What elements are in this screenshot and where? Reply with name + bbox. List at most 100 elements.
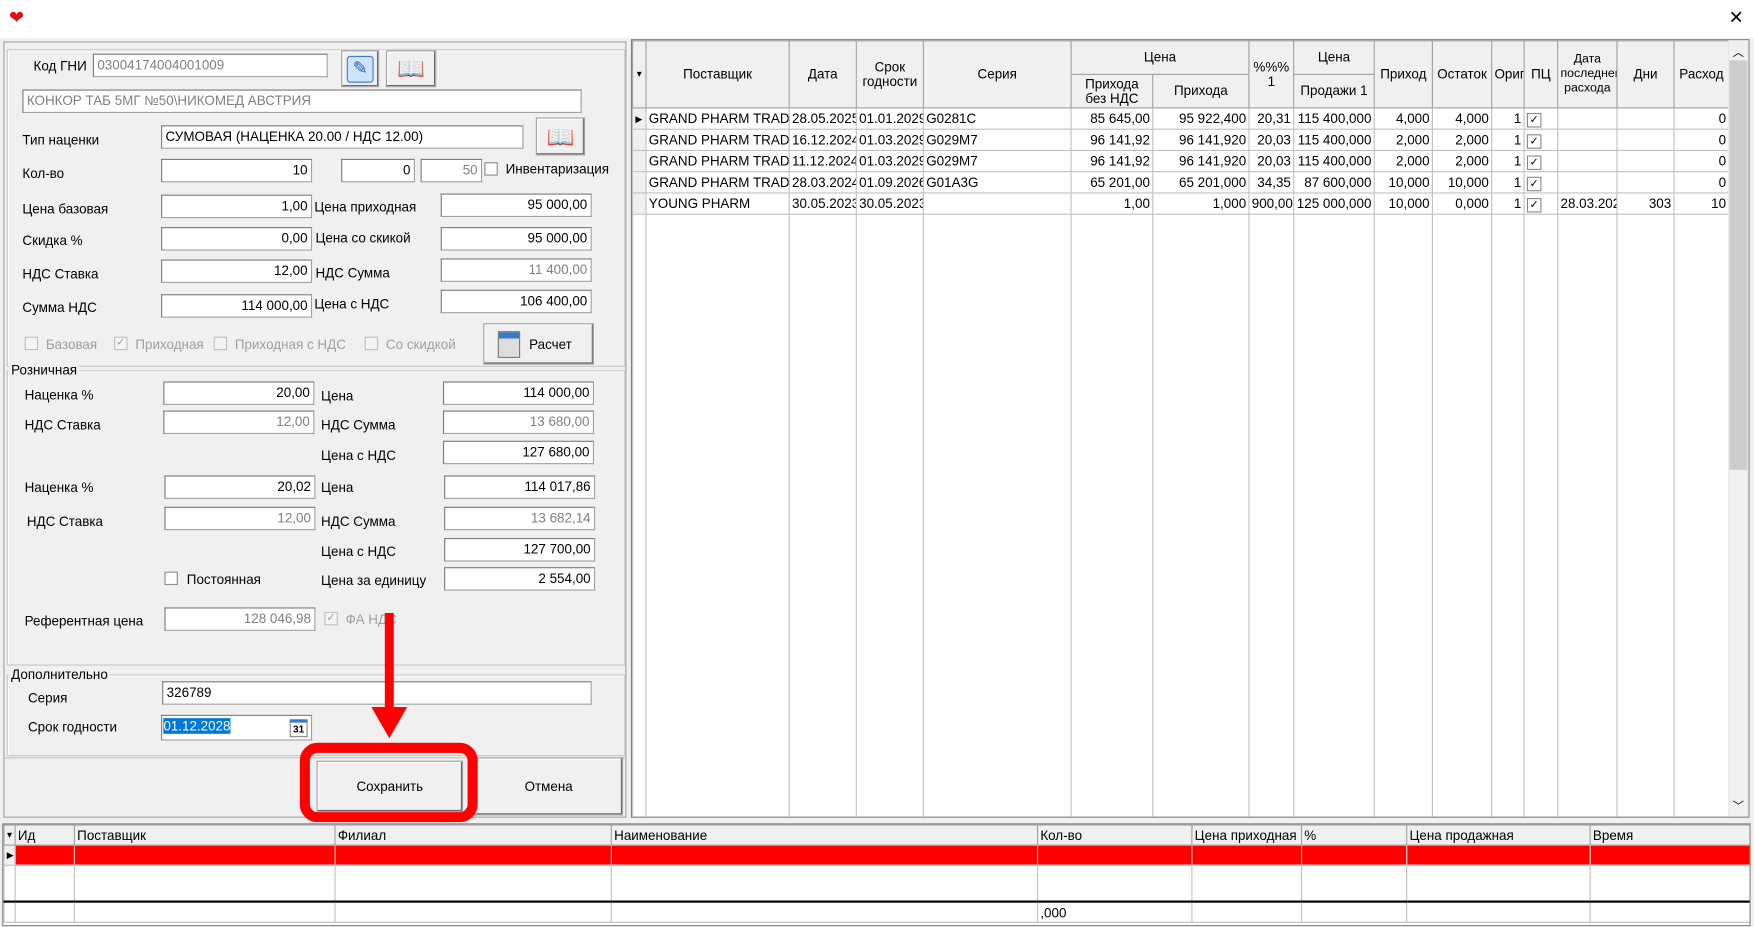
col-series[interactable]: Серия — [922, 40, 1072, 109]
price-control-checkbox[interactable]: ✓ — [1523, 128, 1559, 152]
checkbox-checked[interactable]: ✓ — [1526, 176, 1542, 191]
price-control-checkbox[interactable]: ✓ — [1523, 192, 1559, 215]
scroll-down-arrow[interactable]: ﹀ — [1733, 796, 1744, 813]
order-grid: ▾ Ид Поставщик Филиал Наименование Кол-во Цена… — [2, 823, 1751, 927]
scroll-up-arrow[interactable]: ︿ — [1733, 43, 1744, 59]
table-cell: GRAND PHARM TRAD — [645, 149, 790, 173]
ref-price-field[interactable]: 128 046,98 — [164, 607, 316, 631]
table-row[interactable]: GRAND PHARM TRAD 16.12.2024 01.03.2029 G029… — [632, 128, 1730, 152]
checkbox-checked[interactable]: ✓ — [1526, 154, 1542, 170]
col-income[interactable]: Приход — [1373, 40, 1433, 109]
col-supplier[interactable]: Поставщик — [645, 40, 790, 109]
vat-sum2-field[interactable]: 13 682,14 — [444, 506, 596, 531]
price-control-checkbox[interactable]: ✓ — [1523, 107, 1559, 130]
column-header[interactable]: Наименование — [610, 824, 1039, 846]
col-price-group[interactable]: Цена — [1070, 40, 1250, 75]
markup-type-field[interactable]: СУМОВАЯ (НАЦЕНКА 20.00 / НДС 12.00) — [161, 125, 524, 149]
series-field[interactable]: 326789 — [162, 681, 592, 705]
calendar-icon[interactable]: 31 — [289, 719, 308, 738]
price2-field[interactable]: 114 017,86 — [444, 475, 596, 499]
qty-field[interactable]: 10 — [161, 158, 313, 183]
column-header[interactable]: Ид — [14, 824, 75, 846]
column-header[interactable]: Кол-во — [1036, 824, 1193, 846]
table-row[interactable]: YOUNG PHARM 30.05.2023 30.05.2023 1,00 1,000… — [632, 192, 1730, 215]
check-discount[interactable] — [364, 336, 379, 351]
scroll-thumb[interactable] — [1729, 60, 1748, 470]
col-pc[interactable]: ПЦ — [1523, 40, 1559, 109]
col-expiry[interactable]: Срок годности — [855, 40, 924, 109]
table-row[interactable]: GRAND PHARM TRAD 28.03.2024 01.09.2026 G01A… — [632, 171, 1730, 194]
unit-price-field[interactable]: 2 554,00 — [444, 567, 596, 591]
qty-pack-field[interactable]: 50 — [420, 158, 483, 183]
col-rest[interactable]: Остаток — [1431, 40, 1493, 109]
markup-type-book-button[interactable]: 📖 — [535, 117, 586, 156]
close-button[interactable]: ✕ — [1723, 7, 1750, 29]
in-price-field[interactable]: 95 000,00 — [440, 193, 592, 218]
price-control-checkbox[interactable]: ✓ — [1523, 171, 1559, 194]
code-field[interactable]: 03004174004001009 — [92, 53, 328, 78]
product-name-field[interactable]: КОНКОР ТАБ 5МГ №50\НИКОМЕД АВСТРИЯ — [22, 89, 582, 113]
discount-field[interactable]: 0,00 — [161, 227, 313, 251]
vertical-scrollbar[interactable]: ︿ ﹀ — [1728, 40, 1749, 817]
vat-total-field[interactable]: 114 000,00 — [161, 294, 313, 318]
cancel-button[interactable]: Отмена — [474, 757, 624, 816]
check-incoming[interactable]: ✓ — [114, 336, 128, 351]
price-control-checkbox[interactable]: ✓ — [1523, 149, 1559, 173]
col-sale-group[interactable]: Цена — [1293, 40, 1375, 75]
column-header[interactable]: Цена продажная — [1406, 824, 1591, 846]
check-base-label: Базовая — [45, 336, 98, 353]
price-vat-field[interactable]: 106 400,00 — [440, 289, 592, 314]
col-date[interactable]: Дата — [788, 40, 857, 109]
markup2-field[interactable]: 20,02 — [164, 475, 316, 499]
col-in-price[interactable]: Прихода — [1152, 73, 1250, 109]
col-pct[interactable]: %%% 1 — [1248, 40, 1295, 109]
column-header[interactable]: % — [1300, 824, 1408, 846]
inventory-checkbox[interactable] — [484, 162, 498, 176]
col-last-date[interactable]: Дата последнего расхода — [1557, 40, 1618, 109]
col-out[interactable]: Расход — [1673, 40, 1730, 109]
checkbox-checked[interactable]: ✓ — [1526, 112, 1542, 127]
price1-field[interactable]: 114 000,00 — [442, 381, 594, 405]
column-header[interactable]: Поставщик — [73, 824, 336, 846]
check-base[interactable] — [24, 336, 39, 351]
column-header[interactable]: Время — [1589, 824, 1750, 846]
column-header[interactable]: Цена приходная — [1191, 824, 1303, 846]
calculate-button[interactable]: Расчет — [483, 323, 594, 365]
table-row[interactable]: ▶ GRAND PHARM TRAD 28.05.2025 01.01.2029 G02… — [632, 107, 1730, 130]
price-vat1-field[interactable]: 127 680,00 — [442, 440, 594, 465]
qty-extra-field[interactable]: 0 — [341, 158, 416, 183]
table-row-selected[interactable]: ▶ — [3, 844, 1750, 866]
vat-sum1-field[interactable]: 13 680,00 — [442, 410, 594, 435]
fa-vat-checkbox[interactable]: ✓ — [324, 611, 338, 626]
base-price-field[interactable]: 1,00 — [161, 194, 313, 219]
checkbox-checked[interactable]: ✓ — [1526, 133, 1542, 149]
col-sale[interactable]: Продажи 1 — [1293, 73, 1375, 109]
checkbox-checked[interactable]: ✓ — [1526, 197, 1542, 212]
header-menu[interactable]: ▾ — [3, 824, 16, 846]
row-indicator[interactable] — [632, 128, 647, 152]
vat-rate-field[interactable]: 12,00 — [161, 259, 313, 284]
table-cell: 2,000 — [1373, 128, 1433, 152]
row-indicator[interactable]: ▶ — [632, 107, 647, 130]
row-indicator[interactable] — [632, 149, 647, 173]
vat-sum-field[interactable]: 11 400,00 — [440, 258, 592, 282]
constant-checkbox[interactable] — [164, 571, 178, 586]
col-in-novat[interactable]: Прихода без НДС — [1070, 73, 1154, 109]
check-incoming-vat[interactable] — [213, 336, 228, 351]
edit-button[interactable]: ✎ — [341, 50, 380, 88]
row-indicator[interactable] — [632, 171, 647, 194]
disc-price-field[interactable]: 95 000,00 — [440, 227, 592, 251]
header-menu[interactable]: ▾ — [632, 40, 647, 109]
markup1-field[interactable]: 20,00 — [163, 381, 315, 405]
price-vat2-field[interactable]: 127 700,00 — [444, 538, 596, 562]
row-indicator[interactable] — [632, 192, 647, 215]
column-header[interactable]: Филиал — [334, 824, 612, 846]
col-days[interactable]: Дни — [1616, 40, 1675, 109]
table-cell: 01.09.2026 — [855, 171, 924, 194]
table-row[interactable]: GRAND PHARM TRAD 11.12.2024 01.03.2029 G029… — [632, 149, 1730, 173]
vat-rate2-field[interactable]: 12,00 — [164, 506, 316, 531]
reference-book-button[interactable]: 📖 — [385, 50, 437, 88]
vat-rate1-field[interactable]: 12,00 — [163, 410, 315, 435]
col-orig[interactable]: Ориг — [1491, 40, 1525, 109]
row-indicator[interactable]: ▶ — [3, 844, 16, 866]
